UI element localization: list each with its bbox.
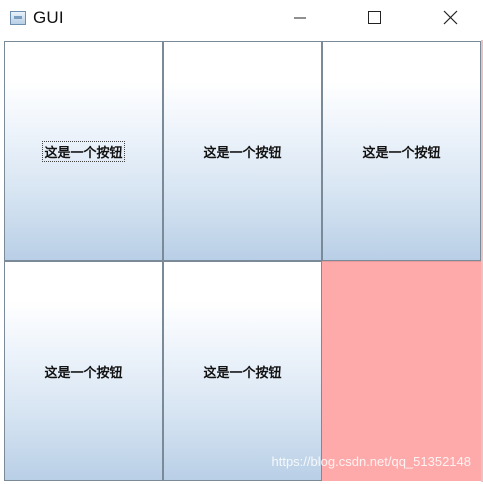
grid-button-4[interactable]: 这是一个按钮 [4, 261, 163, 481]
gui-window: GUI 这是一个按钮 这是一个按钮 这是一个按钮 这是一个按钮 这是一个按钮 h… [0, 0, 483, 484]
app-icon [10, 11, 26, 25]
grid-button-2[interactable]: 这是一个按钮 [163, 41, 322, 261]
grid-button-3[interactable]: 这是一个按钮 [322, 41, 481, 261]
minimize-button[interactable] [274, 0, 326, 34]
minimize-icon [294, 17, 306, 19]
grid-button-1[interactable]: 这是一个按钮 [4, 41, 163, 261]
grid-button-5-label: 这是一个按钮 [203, 365, 282, 381]
grid-button-5[interactable]: 这是一个按钮 [163, 261, 322, 481]
window-title: GUI [33, 8, 64, 27]
grid-button-3-label: 这是一个按钮 [362, 145, 441, 161]
close-icon [443, 10, 458, 25]
grid-button-1-label: 这是一个按钮 [42, 140, 125, 162]
title-bar[interactable]: GUI [0, 0, 483, 40]
close-button[interactable] [424, 0, 476, 34]
maximize-button[interactable] [348, 0, 400, 34]
maximize-icon [368, 11, 381, 24]
grid-button-4-label: 这是一个按钮 [44, 365, 123, 381]
grid-button-2-label: 这是一个按钮 [203, 145, 282, 161]
watermark-text: https://blog.csdn.net/qq_51352148 [271, 454, 472, 469]
pink-panel: https://blog.csdn.net/qq_51352148 [272, 261, 481, 481]
